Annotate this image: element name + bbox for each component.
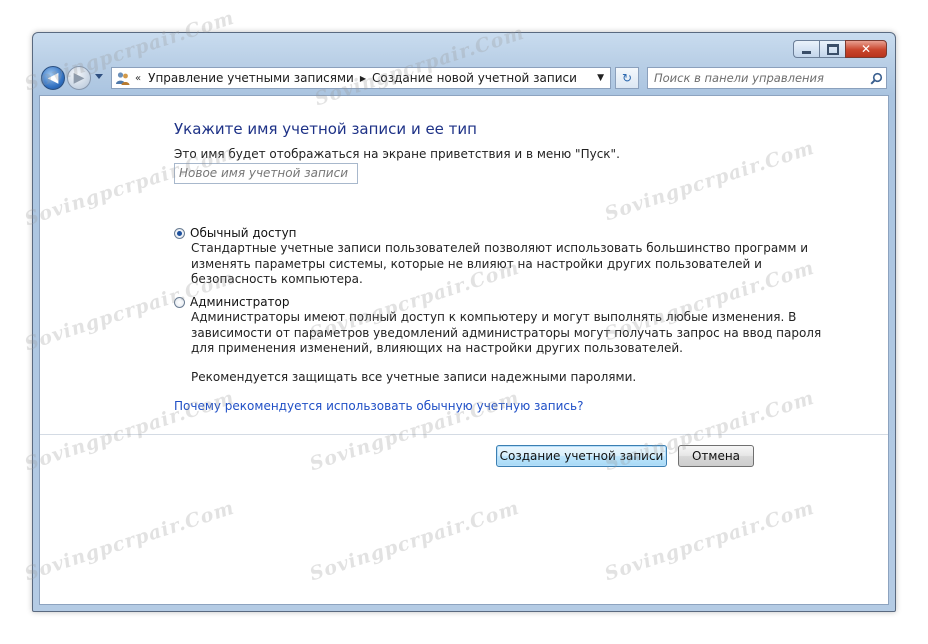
forward-button[interactable]: ▶ <box>67 66 91 90</box>
maximize-button[interactable] <box>819 40 845 58</box>
cancel-button[interactable]: Отмена <box>678 445 754 467</box>
description-line: Стандартные учетные записи пользователей… <box>191 241 808 255</box>
create-account-button[interactable]: Создание учетной записи <box>496 445 667 467</box>
standard-user-radio[interactable] <box>174 227 185 239</box>
minimize-button[interactable] <box>793 40 819 58</box>
administrator-description: Администраторы имеют полный доступ к ком… <box>191 310 821 357</box>
back-arrow-icon: ◀ <box>47 70 59 86</box>
description-line: для применения изменений, влияющих на на… <box>191 341 683 356</box>
close-icon: ✕ <box>860 42 872 56</box>
breadcrumb-overflow-icon[interactable]: « <box>135 73 141 84</box>
refresh-button[interactable]: ↻ <box>615 67 639 89</box>
page-title: Укажите имя учетной записи и ее тип <box>174 120 477 138</box>
administrator-radio[interactable] <box>174 296 185 308</box>
forward-arrow-icon: ▶ <box>73 70 85 86</box>
breadcrumb-create-account[interactable]: Создание новой учетной записи <box>372 71 577 85</box>
minimize-icon <box>802 50 811 54</box>
divider <box>40 434 888 435</box>
description-line: Администраторы имеют полный доступ к ком… <box>191 310 797 324</box>
name-description: Это имя будет отображаться на экране при… <box>174 147 620 161</box>
address-bar[interactable]: « Управление учетными записями ▶ Создани… <box>111 67 611 89</box>
radio-selected-dot <box>177 230 182 236</box>
account-name-input[interactable]: Новое имя учетной записи <box>174 163 358 184</box>
description-line: изменять параметры системы, которые не в… <box>191 256 762 271</box>
content-pane: Укажите имя учетной записи и ее тип Это … <box>39 95 889 605</box>
maximize-icon <box>826 43 839 55</box>
search-input[interactable]: Поиск в панели управления <box>647 67 887 89</box>
password-recommendation: Рекомендуется защищать все учетные запис… <box>191 370 637 384</box>
navigation-bar: ◀ ▶ « Управление учетными записями ▶ Соз… <box>39 66 889 92</box>
search-icon[interactable] <box>866 68 886 88</box>
description-line: зависимости от параметров уведомлений ад… <box>191 325 822 340</box>
search-placeholder: Поиск в панели управления <box>654 71 824 85</box>
back-button[interactable]: ◀ <box>41 66 65 90</box>
breadcrumb-arrow-icon[interactable]: ▶ <box>360 74 366 83</box>
standard-user-description: Стандартные учетные записи пользователей… <box>191 241 808 288</box>
help-link[interactable]: Почему рекомендуется использовать обычну… <box>174 399 583 413</box>
administrator-label[interactable]: Администратор <box>190 295 290 309</box>
recent-pages-dropdown[interactable] <box>95 74 103 79</box>
option-standard-user[interactable]: Обычный доступ <box>174 226 297 240</box>
address-dropdown-icon[interactable]: ▼ <box>597 73 604 83</box>
description-line: безопасность компьютера. <box>191 272 363 287</box>
user-accounts-window: ✕ ◀ ▶ « Управление учетными записями ▶ С… <box>32 32 896 612</box>
breadcrumb-user-accounts[interactable]: Управление учетными записями <box>148 71 354 85</box>
caption-buttons: ✕ <box>793 40 887 58</box>
standard-user-label[interactable]: Обычный доступ <box>190 226 297 240</box>
close-button[interactable]: ✕ <box>845 40 887 58</box>
user-accounts-icon <box>115 70 131 86</box>
refresh-icon: ↻ <box>621 71 633 85</box>
option-administrator[interactable]: Администратор <box>174 295 290 309</box>
